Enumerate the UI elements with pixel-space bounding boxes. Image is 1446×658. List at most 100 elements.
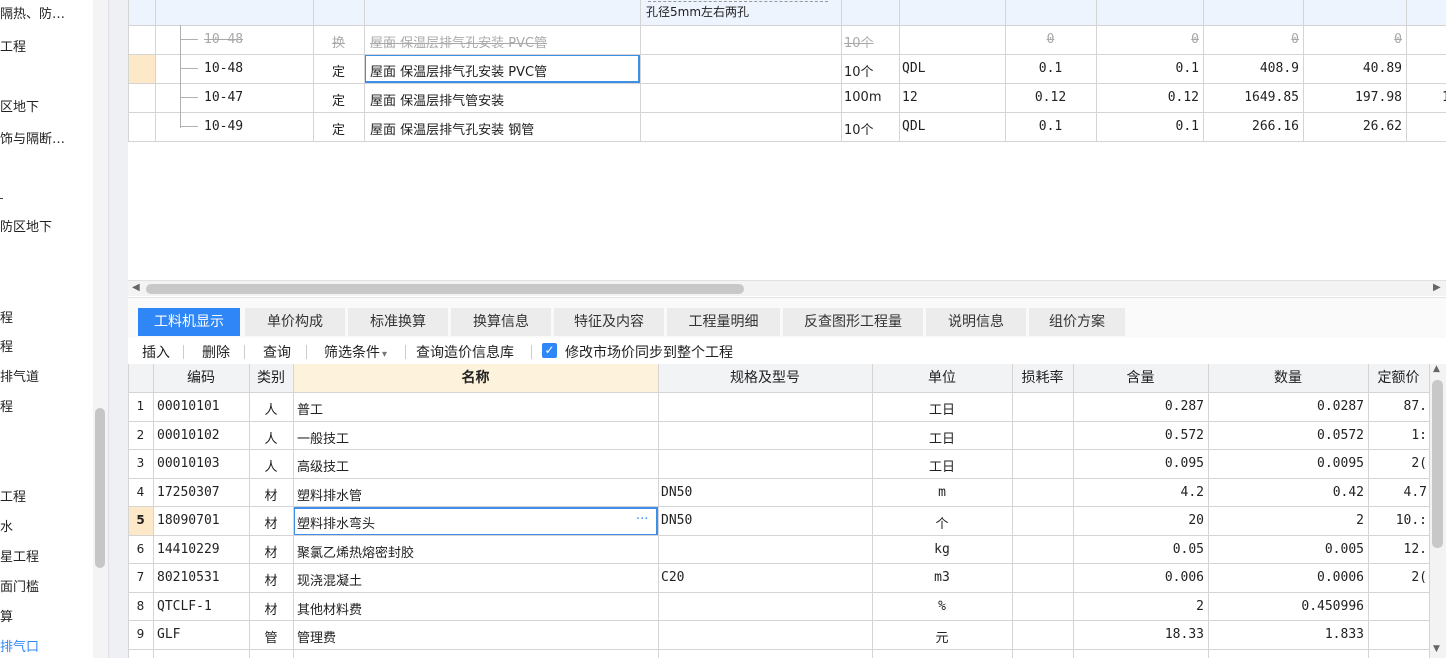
tree-item[interactable]: 隔热、防… [0, 3, 65, 22]
tree-item[interactable]: 程 [0, 396, 13, 415]
grid-hline [128, 83, 1446, 84]
resource-content[interactable]: 20 [1073, 513, 1204, 528]
column-header-base_price[interactable]: 定额价 [1368, 364, 1429, 392]
sync-market-price-checkbox[interactable]: ✓ [542, 343, 557, 358]
quota-name[interactable]: 屋面 保温层排气管安装 [370, 90, 636, 109]
tab-5[interactable]: 工程量明细 [667, 308, 780, 336]
resource-name[interactable]: 管理费 [297, 627, 336, 646]
tree-item[interactable]: 面门槛 [0, 576, 39, 595]
resource-content[interactable]: 0.05 [1073, 542, 1204, 557]
tab-8[interactable]: 组价方案 [1029, 308, 1125, 336]
column-header-category[interactable]: 类别 [249, 364, 293, 392]
resource-code[interactable]: QTCLF-1 [157, 599, 212, 614]
resource-unit: % [938, 598, 946, 614]
scroll-up-arrow-icon[interactable]: ▲ [1433, 364, 1440, 374]
resource-spec[interactable]: DN50 [661, 485, 692, 500]
quota-expression[interactable]: QDL [902, 119, 925, 134]
partial-spec-text: 孔径5mm左右两孔 [646, 5, 750, 19]
tab-2[interactable]: 标准换算 [348, 308, 448, 336]
resource-content[interactable]: 18.33 [1073, 627, 1204, 642]
scroll-right-arrow-icon[interactable]: ▶ [1433, 282, 1441, 293]
tree-item[interactable]: 区地下 [0, 96, 39, 115]
column-header-unit[interactable]: 单位 [872, 364, 1012, 392]
resource-code[interactable]: GLF [157, 627, 180, 642]
tree-item[interactable]: 排气口 [0, 636, 39, 655]
resource-name[interactable]: 塑料排水管 [297, 485, 362, 504]
tree-item[interactable]: 程 [0, 336, 13, 355]
column-header-spec[interactable]: 规格及型号 [658, 364, 872, 392]
tree-item[interactable]: 防区地下 [0, 216, 52, 235]
tree-item[interactable]: 工程 [0, 36, 26, 55]
tab-0[interactable]: 工料机显示 [138, 308, 240, 336]
resource-code[interactable]: 17250307 [157, 485, 220, 500]
resource-code[interactable]: 14410229 [157, 542, 220, 557]
delete-button[interactable]: 删除 [202, 342, 230, 362]
resource-spec[interactable]: C20 [661, 570, 684, 585]
tab-1[interactable]: 单价构成 [245, 308, 345, 336]
panel-splitter[interactable] [108, 0, 128, 658]
filter-dropdown[interactable]: 筛选条件 ▾ [324, 342, 387, 362]
more-options-icon[interactable]: ··· [636, 512, 648, 527]
scroll-left-arrow-icon[interactable]: ◀ [132, 282, 140, 293]
tree-item[interactable]: 算 [0, 606, 13, 625]
grid-hline [128, 449, 1429, 450]
scroll-down-arrow-icon[interactable]: ▼ [1433, 644, 1440, 654]
quota-code[interactable]: 10-48 [204, 61, 243, 76]
horizontal-scrollbar[interactable]: ◀ ▶ [128, 280, 1446, 296]
quota-name[interactable]: 屋面 保温层排气孔安装 PVC管 [370, 32, 636, 51]
quota-code[interactable]: 10-47 [204, 90, 243, 105]
tree-item[interactable]: 工程 [0, 486, 26, 505]
resource-name[interactable]: 一般技工 [297, 428, 349, 447]
resource-content[interactable]: 2 [1073, 599, 1204, 614]
vertical-scrollbar-thumb[interactable] [1432, 380, 1443, 548]
column-header-code[interactable]: 编码 [153, 364, 249, 392]
tab-3[interactable]: 换算信息 [451, 308, 551, 336]
resource-spec[interactable]: DN50 [661, 513, 692, 528]
resource-name[interactable]: 聚氯乙烯热熔密封胶 [297, 542, 414, 561]
quota-name[interactable]: 屋面 保温层排气孔安装 PVC管 [370, 61, 636, 80]
tree-item[interactable]: 水 [0, 516, 13, 535]
resource-name[interactable]: 其他材料费 [297, 599, 362, 618]
resource-name[interactable]: 现浇混凝土 [297, 570, 362, 589]
resource-name[interactable]: 塑料排水弯头 [297, 513, 375, 532]
column-header-quantity[interactable]: 数量 [1208, 364, 1368, 392]
resource-category: 材 [264, 545, 278, 561]
resource-quantity: 2 [1356, 513, 1364, 528]
column-header-loss[interactable]: 损耗率 [1012, 364, 1073, 392]
resource-code[interactable]: 00010103 [157, 456, 220, 471]
tree-item[interactable]: 排气道 [0, 366, 39, 385]
quota-code[interactable]: 10-49 [204, 119, 243, 134]
resource-code[interactable]: 00010101 [157, 399, 220, 414]
resource-content[interactable]: 0.287 [1073, 399, 1204, 414]
insert-button[interactable]: 插入 [142, 342, 170, 362]
tab-6[interactable]: 反查图形工程量 [783, 308, 923, 336]
tab-7[interactable]: 说明信息 [926, 308, 1026, 336]
horizontal-scrollbar-thumb[interactable] [146, 284, 744, 294]
resource-code[interactable]: 80210531 [157, 570, 220, 585]
tree-item[interactable]: 饰与隔断… [0, 128, 65, 147]
resource-content[interactable]: 0.572 [1073, 428, 1204, 443]
column-header-name[interactable]: 名称 [293, 364, 658, 392]
grid-vline [293, 364, 294, 658]
quota-expression[interactable]: QDL [902, 61, 925, 76]
column-header-content[interactable]: 含量 [1073, 364, 1208, 392]
resource-content[interactable]: 0.006 [1073, 570, 1204, 585]
grid-vline [1406, 0, 1407, 141]
vertical-scrollbar[interactable]: ▲ ▼ [1429, 364, 1446, 658]
resource-content[interactable]: 4.2 [1073, 485, 1204, 500]
resource-code[interactable]: 18090701 [157, 513, 220, 528]
quota-code[interactable]: 10-48 [204, 32, 243, 47]
query-button[interactable]: 查询 [263, 342, 291, 362]
resource-code[interactable]: 00010102 [157, 428, 220, 443]
quota-name[interactable]: 屋面 保温层排气孔安装 钢管 [370, 119, 636, 138]
quota-expression[interactable]: 12 [902, 90, 918, 105]
tree-item[interactable]: 星工程 [0, 546, 39, 565]
grid-hline [128, 648, 1429, 650]
resource-name[interactable]: 高级技工 [297, 456, 349, 475]
resource-name[interactable]: 普工 [297, 399, 323, 418]
tab-4[interactable]: 特征及内容 [554, 308, 664, 336]
left-scroll-thumb[interactable] [95, 408, 105, 568]
resource-content[interactable]: 0.095 [1073, 456, 1204, 471]
tree-item[interactable]: 程 [0, 307, 13, 326]
query-price-db-button[interactable]: 查询造价信息库 [416, 342, 514, 362]
